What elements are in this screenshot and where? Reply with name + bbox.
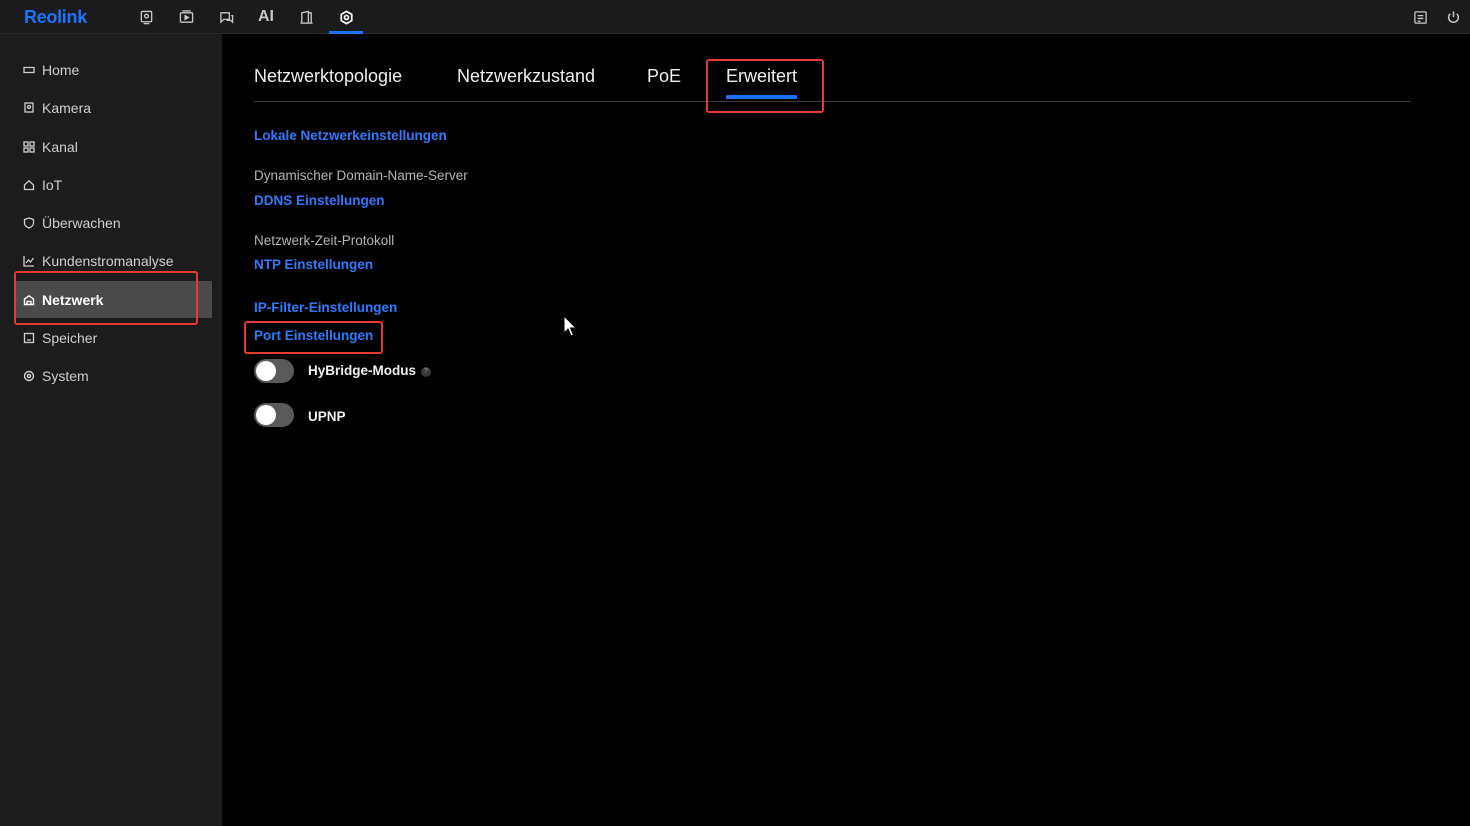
help-icon[interactable]: ? bbox=[421, 367, 431, 377]
door-icon[interactable] bbox=[289, 0, 323, 34]
shield-icon bbox=[22, 216, 35, 229]
top-bar: Reolink AI bbox=[0, 0, 1470, 34]
tab-bar: Netzwerktopologie Netzwerkzustand PoE Er… bbox=[254, 60, 1411, 102]
reolink-logo: Reolink bbox=[24, 7, 87, 27]
tab-erweitert[interactable]: Erweitert bbox=[726, 66, 798, 99]
sidebar-item-kundenstromanalyse[interactable]: Kundenstromanalyse bbox=[14, 242, 212, 279]
tab-netzwerktopologie[interactable]: Netzwerktopologie bbox=[254, 66, 402, 87]
sidebar-item-netzwerk[interactable]: Netzwerk bbox=[14, 281, 212, 318]
sidebar-item-label: IoT bbox=[42, 176, 63, 193]
storage-icon bbox=[22, 331, 35, 344]
sidebar-item-kanal[interactable]: Kanal bbox=[14, 128, 212, 165]
system-gear-icon bbox=[22, 369, 35, 382]
sidebar-item-ueberwachen[interactable]: Überwachen bbox=[14, 204, 212, 241]
playback-icon[interactable] bbox=[169, 0, 203, 34]
channel-grid-icon bbox=[22, 140, 35, 153]
ddns-section-label: Dynamischer Domain-Name-Server bbox=[254, 168, 468, 183]
tab-poe[interactable]: PoE bbox=[647, 66, 681, 87]
chart-icon bbox=[22, 254, 35, 267]
port-settings-link[interactable]: Port Einstellungen bbox=[254, 328, 373, 343]
upnp-label: UPNP bbox=[308, 409, 346, 424]
iot-home-icon bbox=[22, 178, 35, 191]
local-network-settings-link[interactable]: Lokale Netzwerkeinstellungen bbox=[254, 128, 447, 143]
home-icon bbox=[22, 63, 35, 76]
hybridge-toggle[interactable] bbox=[254, 359, 294, 383]
sidebar-item-home[interactable]: Home bbox=[14, 51, 212, 88]
sidebar-item-label: Speicher bbox=[42, 329, 98, 346]
sidebar-item-kamera[interactable]: Kamera bbox=[14, 89, 212, 126]
sidebar-item-label: Überwachen bbox=[42, 214, 121, 231]
network-icon bbox=[22, 293, 35, 306]
sidebar: Home Kamera Kanal IoT Überwachen Kundens… bbox=[0, 34, 222, 826]
hybridge-label: HyBridge-Modus bbox=[308, 363, 416, 378]
notes-icon[interactable] bbox=[1403, 0, 1437, 34]
upnp-toggle[interactable] bbox=[254, 403, 294, 427]
sidebar-item-label: Kundenstromanalyse bbox=[42, 252, 174, 269]
toggle-knob bbox=[256, 361, 276, 381]
sidebar-item-speicher[interactable]: Speicher bbox=[14, 319, 212, 356]
power-icon[interactable] bbox=[1436, 0, 1470, 34]
mouse-cursor-icon bbox=[563, 315, 577, 337]
sidebar-item-label: Kanal bbox=[42, 138, 78, 155]
sidebar-item-label: System bbox=[42, 367, 89, 384]
ai-label[interactable]: AI bbox=[249, 0, 283, 34]
toggle-knob bbox=[256, 405, 276, 425]
sidebar-item-label: Kamera bbox=[42, 99, 92, 116]
settings-icon[interactable] bbox=[329, 0, 363, 34]
chat-icon[interactable] bbox=[209, 0, 243, 34]
sidebar-item-iot[interactable]: IoT bbox=[14, 166, 212, 203]
sidebar-item-label: Home bbox=[42, 61, 80, 78]
sidebar-item-label: Netzwerk bbox=[42, 291, 104, 308]
tab-netzwerkzustand[interactable]: Netzwerkzustand bbox=[457, 66, 595, 87]
ddns-settings-link[interactable]: DDNS Einstellungen bbox=[254, 193, 385, 208]
ntp-settings-link[interactable]: NTP Einstellungen bbox=[254, 257, 373, 272]
ntp-section-label: Netzwerk-Zeit-Protokoll bbox=[254, 233, 395, 248]
sidebar-item-system[interactable]: System bbox=[14, 357, 212, 394]
ip-filter-settings-link[interactable]: IP-Filter-Einstellungen bbox=[254, 300, 397, 315]
camera-view-icon[interactable] bbox=[129, 0, 163, 34]
camera-icon bbox=[22, 101, 35, 114]
